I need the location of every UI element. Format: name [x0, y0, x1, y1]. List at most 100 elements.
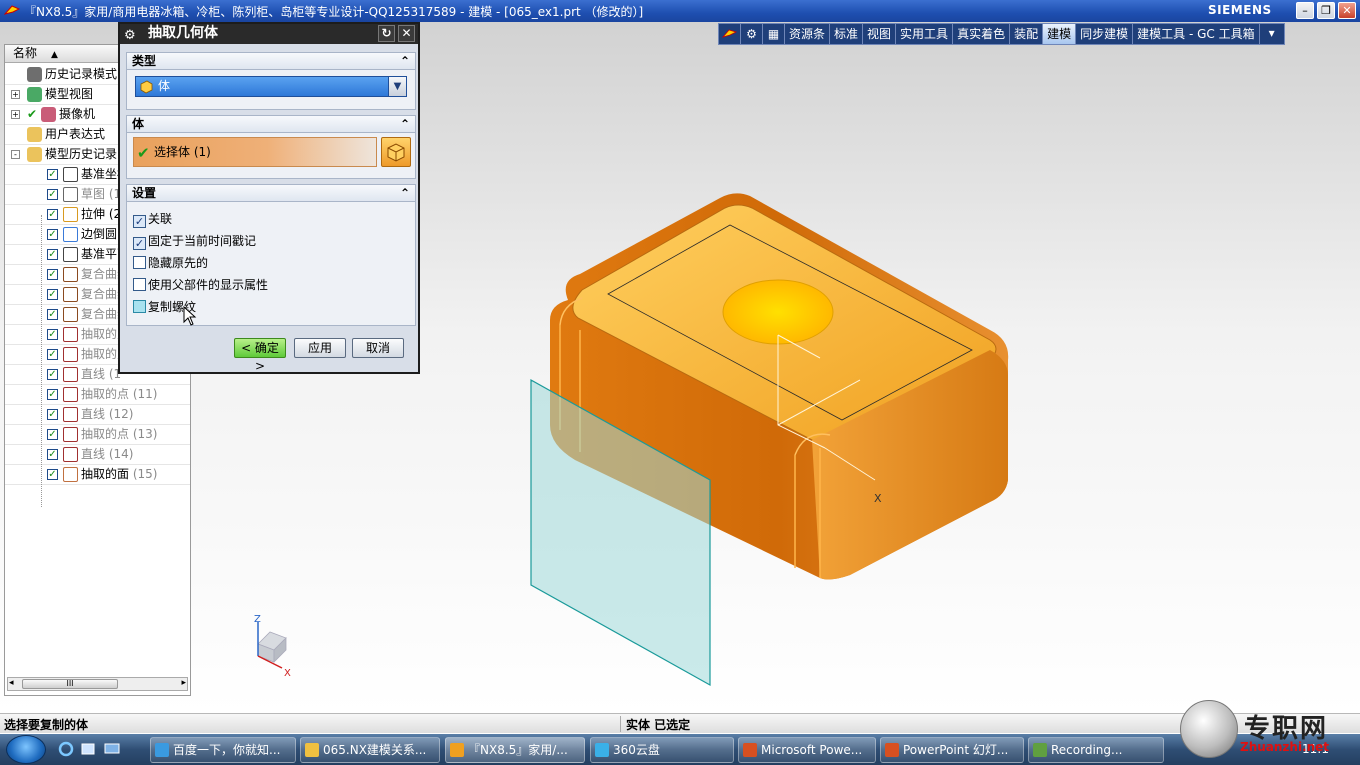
grid-icon[interactable]: ▦ — [763, 24, 785, 44]
start-button[interactable] — [6, 735, 46, 764]
ok-button[interactable]: < 确定 > — [234, 338, 286, 373]
visibility-checkbox[interactable]: ✓ — [47, 429, 58, 440]
toolbar-tab-modeling[interactable]: 建模 — [1043, 24, 1077, 44]
visibility-checkbox[interactable]: ✓ — [47, 249, 58, 260]
taskbar-task[interactable]: 『NX8.5』家用/... — [445, 737, 585, 763]
visibility-checkbox[interactable]: ✓ — [47, 409, 58, 420]
checkbox-unchecked-icon[interactable] — [133, 278, 146, 291]
scroll-left-icon[interactable]: ◂ — [9, 678, 14, 688]
extract-face-icon — [63, 467, 78, 482]
tree-node[interactable]: ✓ 直线 (12) — [5, 405, 190, 425]
apply-button[interactable]: 应用 — [294, 338, 346, 358]
tree-node-label: 模型历史记录 — [45, 147, 118, 161]
taskbar-task[interactable]: 百度一下，你就知... — [150, 737, 296, 763]
taskbar-task[interactable]: 360云盘 — [590, 737, 734, 763]
toolbar-tab-assemblies[interactable]: 装配 — [1010, 24, 1044, 44]
chevron-down-icon[interactable]: ▼ — [388, 77, 406, 96]
visibility-checkbox[interactable]: ✓ — [47, 469, 58, 480]
toolbar-tab-resource-bar[interactable]: 资源条 — [785, 24, 831, 44]
toolbar-tab-standard[interactable]: 标准 — [830, 24, 864, 44]
windows-taskbar: 百度一下，你就知... 065.NX建模关系... 『NX8.5』家用/... 360… — [0, 734, 1360, 765]
soccer-ball-logo — [1180, 700, 1238, 758]
visibility-checkbox[interactable]: ✓ — [47, 269, 58, 280]
checkbox-hover-icon[interactable] — [133, 300, 146, 313]
dialog-settings-icon[interactable]: ⚙ — [124, 26, 136, 45]
taskbar-task[interactable]: PowerPoint 幻灯... — [880, 737, 1024, 763]
media-quicklaunch-icon[interactable] — [80, 741, 96, 757]
scroll-right-icon[interactable]: ▸ — [181, 678, 186, 688]
collapse-icon[interactable]: ⌃ — [397, 116, 413, 132]
reset-icon[interactable]: ↻ — [378, 25, 395, 42]
folder-icon — [27, 147, 42, 162]
checkbox-checked-icon[interactable]: ✓ — [133, 215, 146, 228]
tree-node[interactable]: ✓ 抽取的点 (13) — [5, 425, 190, 445]
toolbar-tab-true-shading[interactable]: 真实着色 — [953, 24, 1011, 44]
option-hide-original-label: 隐藏原先的 — [148, 256, 209, 270]
nx-menu-icon[interactable] — [719, 24, 741, 44]
option-hide-original[interactable]: 隐藏原先的 — [133, 254, 208, 274]
taskbar-task[interactable]: 065.NX建模关系... — [300, 737, 440, 763]
minimize-button[interactable]: – — [1296, 2, 1314, 19]
scroll-thumb[interactable]: III — [22, 679, 118, 689]
visibility-checkbox[interactable]: ✓ — [47, 229, 58, 240]
dialog-close-icon[interactable]: ✕ — [398, 25, 415, 42]
tree-node-label: 直线 (1 — [81, 367, 122, 381]
point-icon — [63, 387, 78, 402]
checkbox-unchecked-icon[interactable] — [133, 256, 146, 269]
tree-node[interactable]: ✓ 抽取的点 (11) — [5, 385, 190, 405]
recorder-icon — [1033, 743, 1047, 757]
taskbar-task-label: PowerPoint 幻灯... — [903, 743, 1009, 757]
cancel-button[interactable]: 取消 — [352, 338, 404, 358]
type-section-body: 体 ▼ — [126, 70, 416, 110]
select-body-button[interactable] — [381, 137, 411, 167]
visibility-checkbox[interactable]: ✓ — [47, 449, 58, 460]
expand-icon[interactable]: + — [11, 110, 20, 119]
main-toolbar: ⚙ ▦ 资源条 标准 视图 实用工具 真实着色 装配 建模 同步建模 建模工具 … — [718, 23, 1285, 45]
visibility-checkbox[interactable]: ✓ — [47, 169, 58, 180]
tree-node[interactable]: ✓ 直线 (14) — [5, 445, 190, 465]
toolbar-tab-sync-modeling[interactable]: 同步建模 — [1076, 24, 1134, 44]
taskbar-task[interactable]: Microsoft Powe... — [738, 737, 876, 763]
tree-node-label: 拉伸 (2 — [81, 207, 122, 221]
restore-button[interactable]: ❐ — [1317, 2, 1335, 19]
taskbar-task-label: Microsoft Powe... — [761, 743, 863, 757]
status-bar: 选择要复制的体 实体 已选定 — [0, 713, 1360, 733]
ie-quicklaunch-icon[interactable] — [58, 741, 74, 757]
type-section-header[interactable]: 类型 ⌃ — [126, 52, 416, 70]
visibility-checkbox[interactable]: ✓ — [47, 349, 58, 360]
toolbar-more-icon[interactable]: ▾ — [1260, 24, 1284, 44]
nav-horizontal-scrollbar[interactable]: ◂ III ▸ — [7, 677, 188, 691]
model-3d-view[interactable]: X — [520, 190, 1020, 690]
collapse-icon[interactable]: - — [11, 150, 20, 159]
visibility-checkbox[interactable]: ✓ — [47, 329, 58, 340]
collapse-icon[interactable]: ⌃ — [397, 53, 413, 69]
triad-x-label: X — [284, 668, 291, 679]
toolbar-tab-utilities[interactable]: 实用工具 — [896, 24, 954, 44]
option-use-parent-display[interactable]: 使用父部件的显示属性 — [133, 276, 268, 296]
collapse-icon[interactable]: ⌃ — [397, 185, 413, 201]
desktop-quicklaunch-icon[interactable] — [104, 741, 120, 757]
visibility-checkbox[interactable]: ✓ — [47, 309, 58, 320]
visibility-checkbox[interactable]: ✓ — [47, 289, 58, 300]
close-window-button[interactable]: ✕ — [1338, 2, 1356, 19]
checkbox-checked-icon[interactable]: ✓ — [133, 237, 146, 250]
visibility-checkbox[interactable]: ✓ — [47, 369, 58, 380]
extrude-icon — [63, 207, 78, 222]
toolbar-tab-gc-toolkit[interactable]: 建模工具 - GC 工具箱 — [1133, 24, 1260, 44]
visibility-checkbox[interactable]: ✓ — [47, 209, 58, 220]
settings-gear-icon[interactable]: ⚙ — [741, 24, 763, 44]
expand-icon[interactable]: + — [11, 90, 20, 99]
visibility-checkbox[interactable]: ✓ — [47, 189, 58, 200]
option-fix-at-timestamp[interactable]: ✓ 固定于当前时间戳记 — [133, 232, 256, 252]
body-section-header[interactable]: 体 ⌃ — [126, 115, 416, 133]
taskbar-task[interactable]: Recording... — [1028, 737, 1164, 763]
tree-node[interactable]: ✓ 抽取的面 (15) — [5, 465, 190, 485]
sketch-icon — [63, 187, 78, 202]
select-body-field[interactable]: ✔ 选择体 (1) — [133, 137, 377, 167]
option-associative[interactable]: ✓ 关联 — [133, 210, 172, 230]
tree-node-label: 直线 — [81, 407, 106, 421]
settings-section-header[interactable]: 设置 ⌃ — [126, 184, 416, 202]
visibility-checkbox[interactable]: ✓ — [47, 389, 58, 400]
type-dropdown[interactable]: 体 ▼ — [135, 76, 407, 97]
toolbar-tab-view[interactable]: 视图 — [863, 24, 897, 44]
